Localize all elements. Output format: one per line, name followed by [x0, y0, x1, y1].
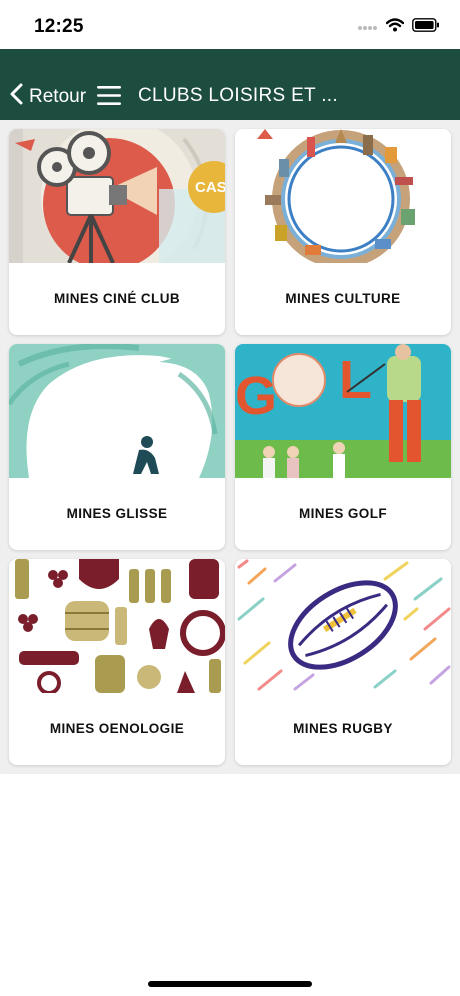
wine-pattern-image: [9, 559, 225, 693]
cinema-projector-image: CAST: [9, 129, 225, 263]
club-card-golf[interactable]: G L MINES GOLF: [235, 344, 451, 550]
club-card-oenologie[interactable]: MINES OENOLOGIE: [9, 559, 225, 765]
wifi-icon: [385, 18, 405, 37]
home-indicator[interactable]: [148, 981, 312, 987]
back-label: Retour: [29, 85, 87, 107]
menu-button[interactable]: [97, 86, 121, 110]
golf-poster-image: G L: [235, 344, 451, 478]
navigation-bar: Retour CLUBS LOISIRS ET ...: [0, 49, 460, 120]
club-card-title: MINES RUGBY: [293, 721, 393, 736]
signal-icon: [358, 19, 378, 37]
club-card-title: MINES GLISSE: [66, 506, 168, 521]
svg-text:G: G: [235, 366, 277, 426]
page-title: CLUBS LOISIRS ET ...: [138, 85, 338, 106]
clubs-grid: CAST MINES CINÉ CLUB: [0, 120, 460, 774]
club-card-title: MINES CULTURE: [285, 291, 401, 306]
club-card-title: MINES CINÉ CLUB: [53, 291, 180, 306]
club-card-rugby[interactable]: MINES RUGBY: [235, 559, 451, 765]
back-button[interactable]: Retour: [9, 83, 86, 110]
surfer-wave-image: [9, 344, 225, 478]
rugby-ball-image: [235, 559, 451, 693]
club-card-cine-club[interactable]: CAST MINES CINÉ CLUB: [9, 129, 225, 335]
svg-text:L: L: [339, 350, 372, 410]
svg-text:CAST: CAST: [195, 179, 225, 196]
chevron-left-icon: [9, 83, 23, 110]
status-time: 12:25: [34, 16, 84, 37]
hamburger-menu-icon: [97, 86, 121, 109]
club-card-culture[interactable]: MINES CULTURE: [235, 129, 451, 335]
club-card-glisse[interactable]: MINES GLISSE: [9, 344, 225, 550]
status-bar: 12:25: [0, 0, 460, 50]
battery-icon: [412, 18, 440, 37]
world-landmarks-image: [235, 129, 451, 263]
club-card-title: MINES GOLF: [299, 506, 387, 521]
club-card-title: MINES OENOLOGIE: [49, 721, 185, 736]
status-icons: [358, 18, 440, 37]
